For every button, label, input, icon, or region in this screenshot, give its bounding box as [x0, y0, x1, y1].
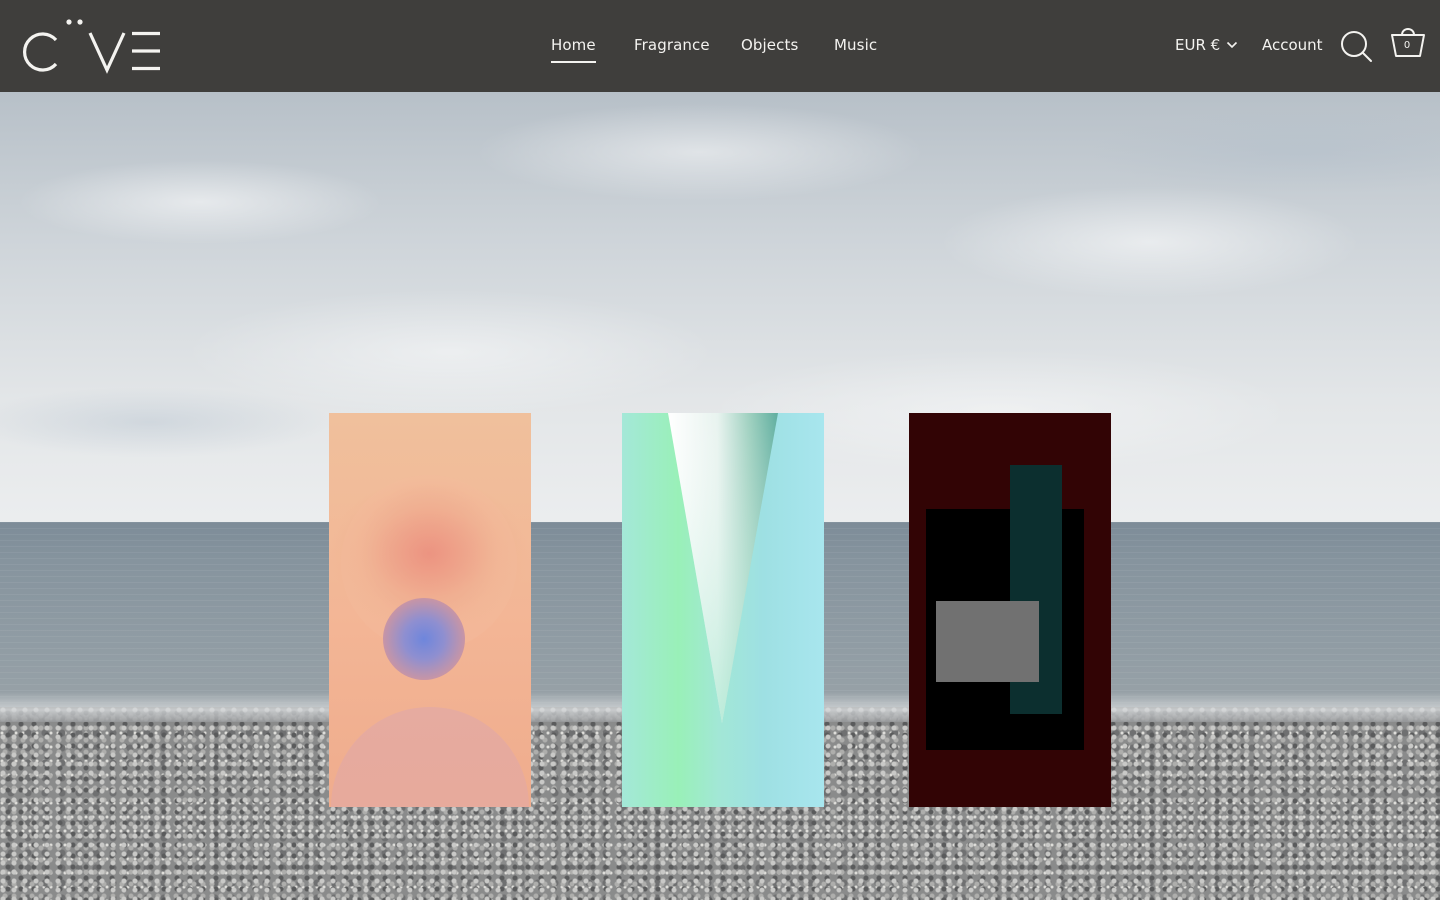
product-panel-peach[interactable]: [329, 413, 531, 807]
search-icon: [1341, 31, 1372, 62]
product-panel-maroon[interactable]: [909, 413, 1111, 807]
nav-fragrance[interactable]: Fragrance: [634, 36, 710, 54]
panel-wedge: [668, 413, 778, 723]
account-link[interactable]: Account: [1262, 36, 1323, 54]
search-button[interactable]: [1338, 28, 1374, 64]
cart-button[interactable]: 0: [1388, 24, 1428, 64]
panel-arc-bottom: [331, 707, 529, 807]
site-header: Home Fragrance Objects Music EUR € Accou…: [0, 0, 1440, 92]
currency-label: EUR €: [1175, 36, 1221, 54]
panel-grey-block: [936, 601, 1039, 682]
cart-count: 0: [1403, 40, 1411, 51]
logo-mark: [23, 19, 160, 74]
product-panel-mint[interactable]: [622, 413, 824, 807]
nav-objects[interactable]: Objects: [741, 36, 798, 54]
brand-logo[interactable]: [20, 18, 162, 74]
currency-selector[interactable]: EUR €: [1175, 36, 1238, 54]
panel-orb: [383, 598, 465, 680]
nav-music[interactable]: Music: [834, 36, 877, 54]
chevron-down-icon: [1227, 41, 1238, 49]
hero-banner: [0, 92, 1440, 900]
nav-home[interactable]: Home: [551, 36, 596, 63]
